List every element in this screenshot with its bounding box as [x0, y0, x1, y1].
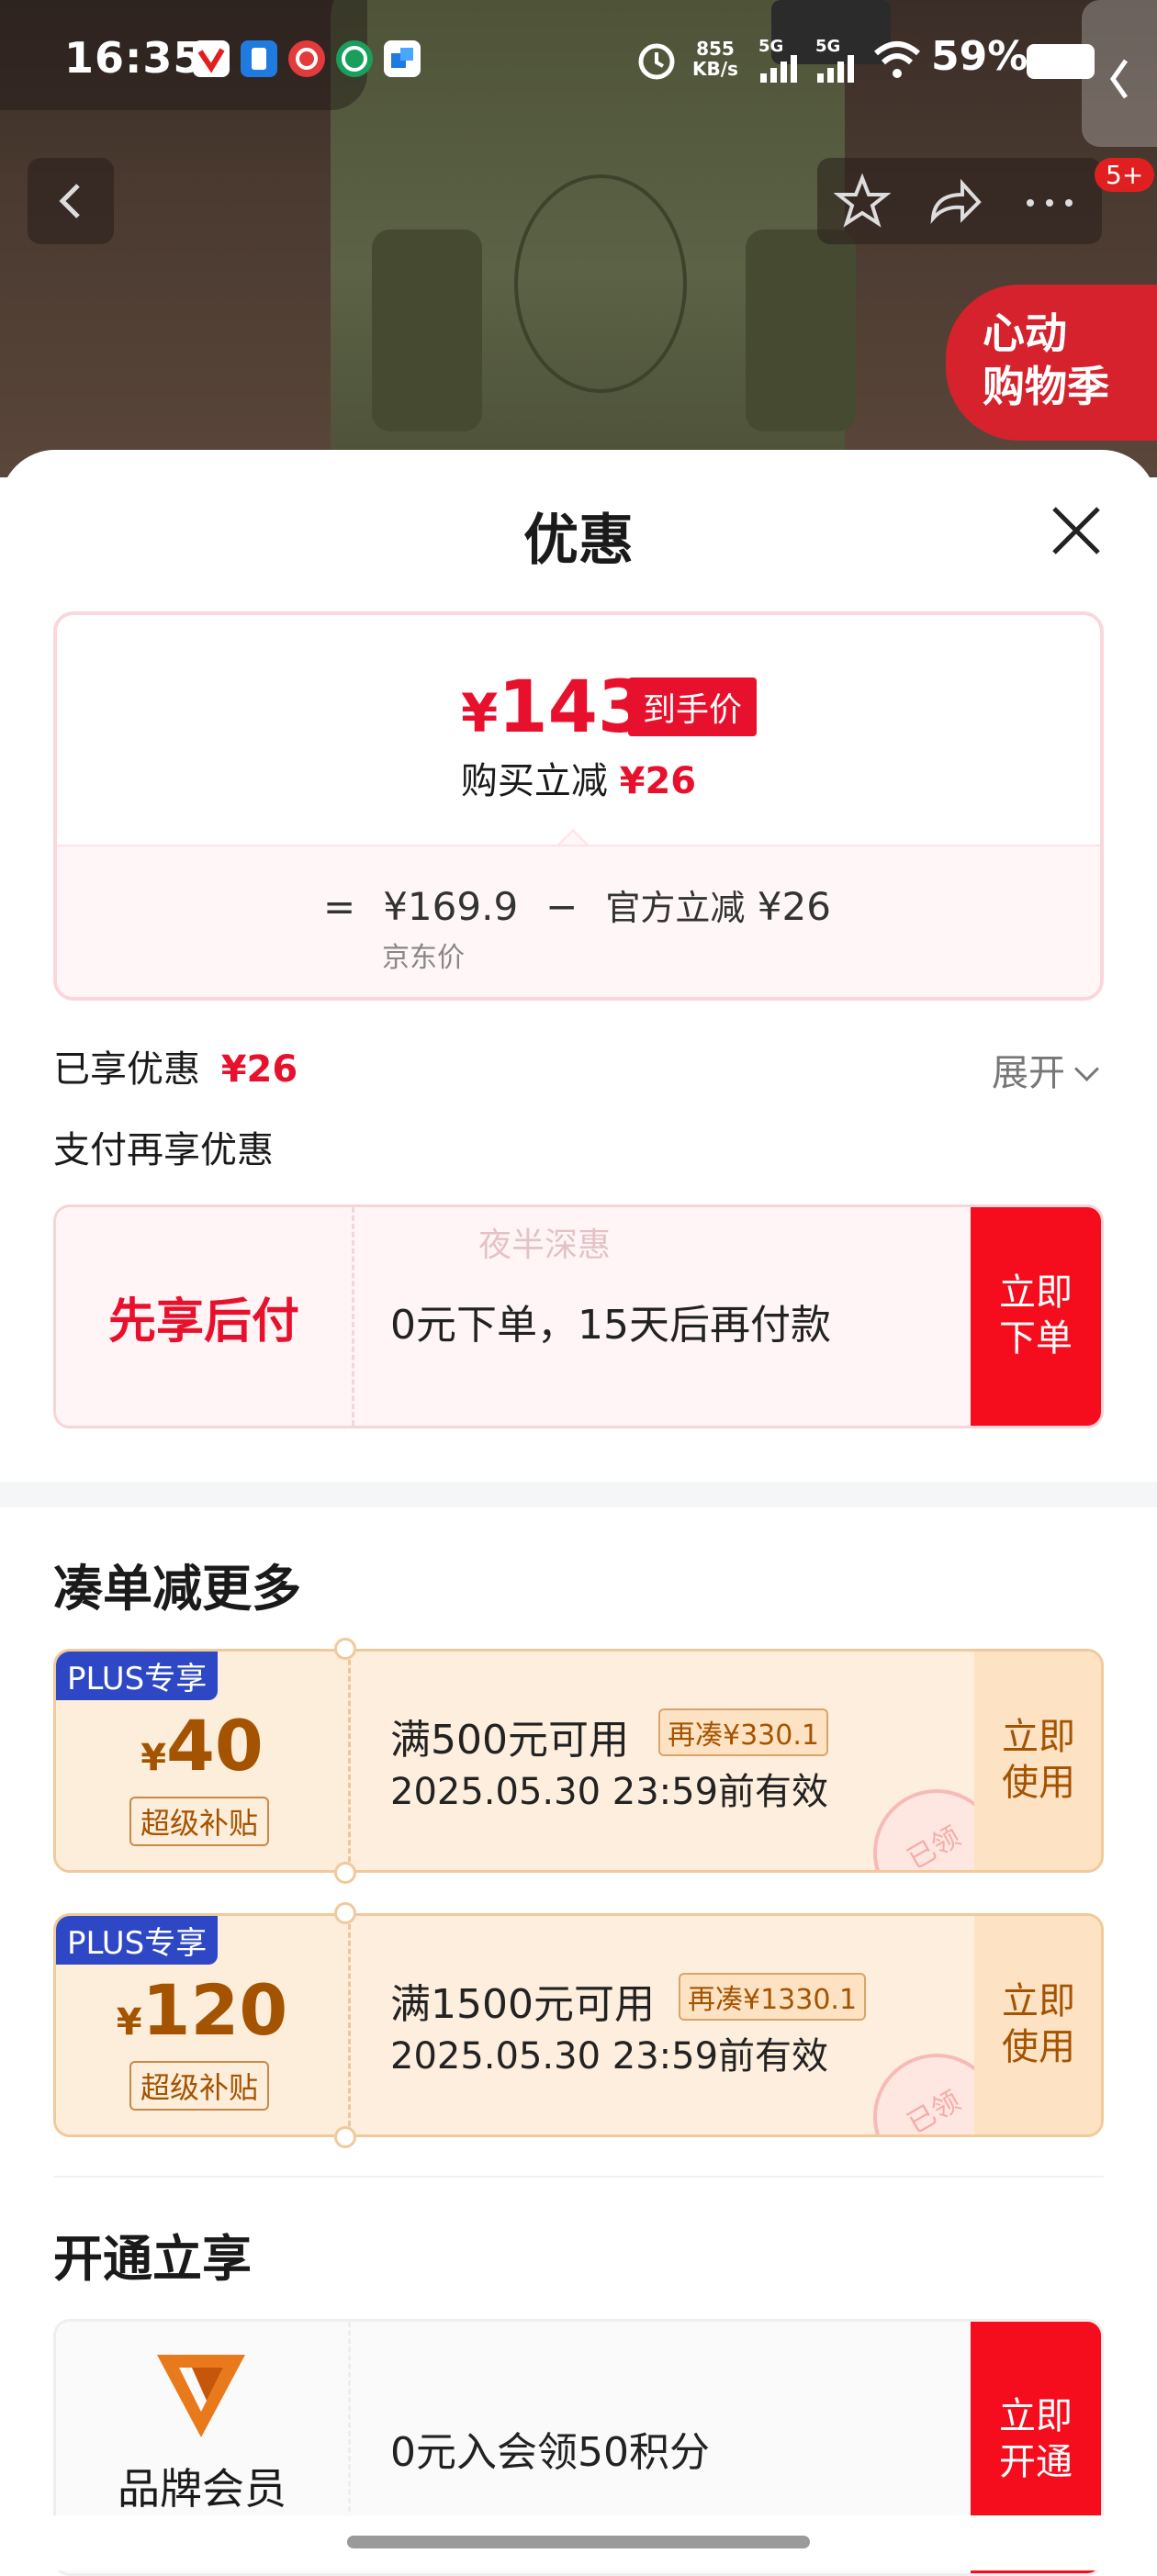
coupon-notch	[334, 1902, 356, 1924]
chevron-down-icon	[1074, 1057, 1099, 1081]
brand-member-logo-icon	[157, 2355, 245, 2437]
price-breakdown: = ¥169.9− 官方立减 ¥26 京东价	[57, 845, 1100, 997]
signal-icon	[758, 53, 804, 86]
coupon-card[interactable]: PLUS专享 ¥40 超级补贴 满500元可用 再凑¥330.1 2025.05…	[53, 1649, 1104, 1873]
sheet-title: 优惠	[523, 509, 634, 573]
close-button[interactable]	[1047, 501, 1106, 564]
app-notification-icon	[241, 40, 277, 77]
network-speed: 855 KB/s	[692, 38, 738, 80]
coupon-condition: 满500元可用	[390, 1717, 629, 1764]
star-icon[interactable]	[834, 173, 891, 230]
price-summary-card: ¥143.9 到手价 购买立减 ¥26 =¥169.9−官方立减 ¥26 京东价	[53, 611, 1104, 1001]
member-section-title: 开通立享	[53, 2230, 252, 2288]
back-button[interactable]	[28, 158, 114, 244]
pay-more-label: 支付再享优惠	[53, 1129, 274, 1171]
coupon-subsidy-tag: 超级补贴	[129, 2061, 270, 2111]
coupon-condition: 满1500元可用	[390, 1981, 655, 2028]
app-notification-icon	[288, 40, 325, 77]
member-label: 品牌会员	[118, 2464, 286, 2514]
use-now-button[interactable]: 立即 使用	[974, 1652, 1101, 1870]
close-icon	[1052, 507, 1100, 554]
pants-pocket-right	[746, 230, 856, 431]
promo-line1: 心动	[983, 308, 1067, 358]
promo-line2: 购物季	[983, 362, 1109, 411]
promo-badge[interactable]: 心动 购物季	[946, 285, 1157, 441]
coupon-notch	[334, 2126, 356, 2148]
app-notification-icon	[384, 40, 421, 77]
app-notification-icon	[336, 40, 373, 77]
coupon-amount: ¥40	[140, 1705, 264, 1786]
more-icon[interactable]	[1021, 174, 1078, 231]
jd-price-label: 京东价	[382, 942, 465, 974]
alarm-icon	[634, 37, 680, 86]
section-divider	[0, 1482, 1157, 1507]
coupon-subsidy-tag: 超级补贴	[129, 1797, 270, 1846]
pay-later-title: 先享后付	[107, 1294, 299, 1350]
coupon-amount: ¥120	[116, 1969, 288, 2051]
app-notification-icon	[193, 40, 230, 77]
plus-tag: PLUS专享	[56, 1652, 219, 1700]
enjoyed-discount: 已享优惠 ¥26	[53, 1048, 298, 1091]
plus-tag: PLUS专享	[56, 1916, 219, 1965]
expand-button[interactable]: 展开	[992, 1043, 1099, 1096]
top-actions-bar	[817, 158, 1102, 244]
buy-off-line: 购买立减 ¥26	[460, 760, 697, 802]
coupon-need-more: 再凑¥330.1	[658, 1708, 828, 1756]
pants-pocket-left	[372, 230, 482, 431]
status-bar: 16:35 855 KB/s 5G 5G 59%	[0, 0, 1157, 129]
coupon-notch	[334, 1638, 356, 1660]
coupon-notch	[334, 1862, 356, 1884]
side-drawer-handle[interactable]	[1082, 0, 1157, 147]
signal-icon	[815, 53, 861, 86]
divider-line	[53, 2176, 1104, 2178]
chevron-left-icon	[59, 184, 80, 218]
pay-later-desc: 0元下单，15天后再付款	[390, 1302, 831, 1349]
home-indicator[interactable]	[347, 2536, 810, 2548]
coupon-validity: 2025.05.30 23:59前有效	[390, 1771, 829, 1813]
notification-badge: 5+	[1095, 158, 1155, 192]
share-icon[interactable]	[926, 174, 983, 231]
order-now-button[interactable]: 立即 下单	[971, 1207, 1101, 1426]
watermark-text: 夜半深惠	[478, 1226, 612, 1264]
pay-later-card[interactable]: 先享后付 夜半深惠 0元下单，15天后再付款 立即 下单	[53, 1204, 1104, 1428]
use-now-button[interactable]: 立即 使用	[974, 1916, 1101, 2134]
coupon-need-more: 再凑¥1330.1	[679, 1973, 867, 2021]
price-summary-top: ¥143.9 到手价 购买立减 ¥26	[57, 615, 1100, 845]
coupon-card[interactable]: PLUS专享 ¥120 超级补贴 满1500元可用 再凑¥1330.1 2025…	[53, 1913, 1104, 2137]
status-time: 16:35	[64, 33, 204, 83]
price-equation: = ¥169.9− 官方立减 ¥26	[323, 884, 831, 929]
bundle-section-title: 凑单减更多	[53, 1560, 301, 1618]
coupon-validity: 2025.05.30 23:59前有效	[390, 2035, 829, 2078]
pants-knee-patch	[514, 174, 687, 393]
member-desc: 0元入会领50积分	[390, 2429, 710, 2476]
final-price-tag: 到手价	[628, 678, 758, 736]
wifi-icon	[872, 40, 922, 84]
battery-percent: 59%	[931, 33, 1028, 80]
